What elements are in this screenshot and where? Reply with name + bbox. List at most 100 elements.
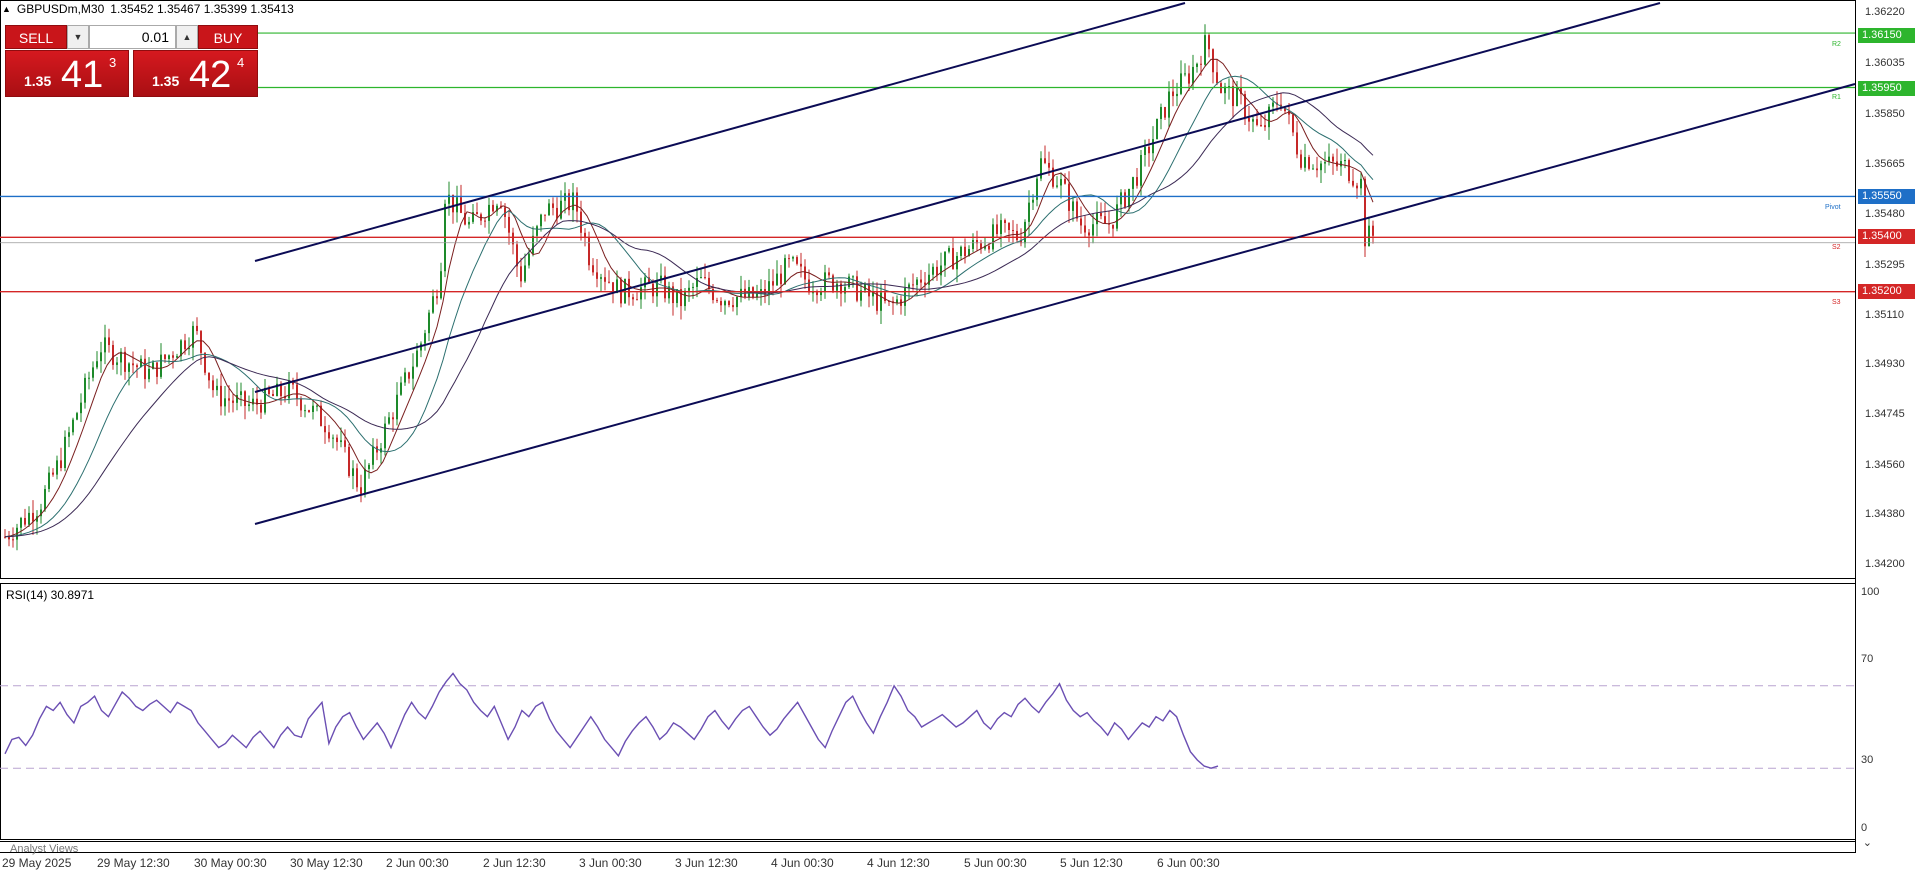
- candle-body: [596, 272, 598, 279]
- candle-body: [776, 273, 778, 286]
- time-axis-label: 30 May 00:30: [194, 856, 267, 870]
- candle-body: [720, 301, 722, 306]
- candle-body: [928, 274, 930, 285]
- candle-body: [436, 296, 438, 299]
- candle-body: [64, 436, 66, 468]
- pivot-price-label: 1.35550: [1858, 189, 1915, 204]
- volume-input[interactable]: 0.01: [89, 25, 176, 49]
- symbol-label: GBPUSDm,M30: [16, 2, 105, 16]
- candle-body: [220, 385, 222, 407]
- candle-body: [960, 246, 962, 256]
- candle-body: [112, 345, 114, 365]
- ask-price-big: 42: [189, 54, 232, 96]
- candle-body: [948, 248, 950, 252]
- candle-body: [540, 214, 542, 227]
- bid-price-display[interactable]: 1.35 41 3: [5, 50, 129, 97]
- candle-body: [68, 432, 70, 437]
- candle-body: [352, 468, 354, 476]
- candle-body: [580, 211, 582, 233]
- triangle-up-icon[interactable]: ▲: [2, 4, 11, 14]
- chevron-down-icon[interactable]: ⌄: [1863, 836, 1872, 849]
- candle-body: [708, 277, 710, 289]
- candle-body: [528, 253, 530, 266]
- candle-body: [1096, 212, 1098, 225]
- candle-body: [608, 281, 610, 283]
- candle-body: [552, 203, 554, 208]
- candle-body: [388, 417, 390, 424]
- buy-button[interactable]: BUY: [198, 25, 258, 49]
- candle-body: [248, 404, 250, 406]
- candle-body: [52, 472, 54, 475]
- candle-body: [796, 257, 798, 264]
- candle-body: [476, 212, 478, 215]
- candle-body: [1180, 73, 1182, 94]
- candle-body: [412, 366, 414, 379]
- chart-canvas[interactable]: [0, 0, 1916, 874]
- candle-body: [548, 203, 550, 216]
- candle-body: [1228, 86, 1230, 88]
- candle-body: [8, 537, 10, 540]
- candle-body: [856, 276, 858, 301]
- rsi-title: RSI(14) 30.8971: [6, 588, 95, 602]
- candle-body: [1028, 202, 1030, 222]
- candle-body: [1060, 179, 1062, 186]
- s3-tag: S3: [1832, 299, 1841, 306]
- candle-body: [1256, 119, 1258, 125]
- sell-button[interactable]: SELL: [5, 25, 67, 49]
- candle-body: [1000, 220, 1002, 235]
- candle-body: [452, 194, 454, 213]
- candle-body: [828, 272, 830, 276]
- candle-body: [60, 460, 62, 468]
- analyst-views-tab[interactable]: Analyst Views: [10, 843, 78, 855]
- candle-body: [1064, 179, 1066, 184]
- candle-body: [800, 263, 802, 267]
- ask-price-sup: 4: [237, 55, 245, 70]
- candle-body: [252, 398, 254, 405]
- rsi-axis-label: 30: [1861, 754, 1874, 766]
- candle-body: [1164, 107, 1166, 118]
- time-axis-label: 6 Jun 00:30: [1157, 856, 1220, 870]
- price-axis-label: 1.35665: [1865, 158, 1905, 170]
- time-axis-label: 29 May 2025: [2, 856, 72, 870]
- candle-body: [1372, 225, 1374, 236]
- time-axis-label: 4 Jun 00:30: [771, 856, 834, 870]
- ask-price-display[interactable]: 1.35 42 4: [133, 50, 258, 97]
- candle-body: [1196, 63, 1198, 67]
- candle-body: [224, 398, 226, 407]
- candle-body: [1084, 225, 1086, 233]
- candle-body: [988, 245, 990, 250]
- channel-upper-line: [254, 2, 1186, 262]
- candle-body: [916, 279, 918, 285]
- rsi-line: [4, 672, 1219, 769]
- candle-body: [544, 214, 546, 216]
- bid-price-prefix: 1.35: [24, 73, 52, 89]
- candle-body: [728, 301, 730, 306]
- chevron-up-icon[interactable]: ▲: [176, 25, 198, 49]
- candle-body: [1032, 199, 1034, 203]
- candle-body: [704, 277, 706, 279]
- s2-price-label: 1.35400: [1858, 229, 1915, 244]
- candle-body: [1204, 35, 1206, 65]
- candle-body: [508, 216, 510, 233]
- candle-body: [1176, 93, 1178, 97]
- candle-body: [312, 405, 314, 413]
- candle-body: [232, 400, 234, 403]
- candle-body: [148, 368, 150, 380]
- candle-body: [360, 487, 362, 494]
- candle-body: [100, 352, 102, 362]
- candle-body: [12, 539, 14, 541]
- price-axis-label: 1.35480: [1865, 208, 1905, 220]
- time-axis-label: 29 May 12:30: [97, 856, 170, 870]
- candle-body: [1308, 157, 1310, 169]
- channel-lower-line: [254, 83, 1856, 525]
- candle-body: [1012, 230, 1014, 232]
- candle-body: [592, 265, 594, 273]
- candle-body: [816, 292, 818, 296]
- candle-body: [156, 362, 158, 377]
- candle-body: [348, 446, 350, 476]
- ask-price-prefix: 1.35: [152, 73, 180, 89]
- candle-body: [304, 410, 306, 412]
- candle-body: [1112, 224, 1114, 229]
- chevron-down-icon[interactable]: ▼: [67, 25, 89, 49]
- candle-body: [344, 440, 346, 447]
